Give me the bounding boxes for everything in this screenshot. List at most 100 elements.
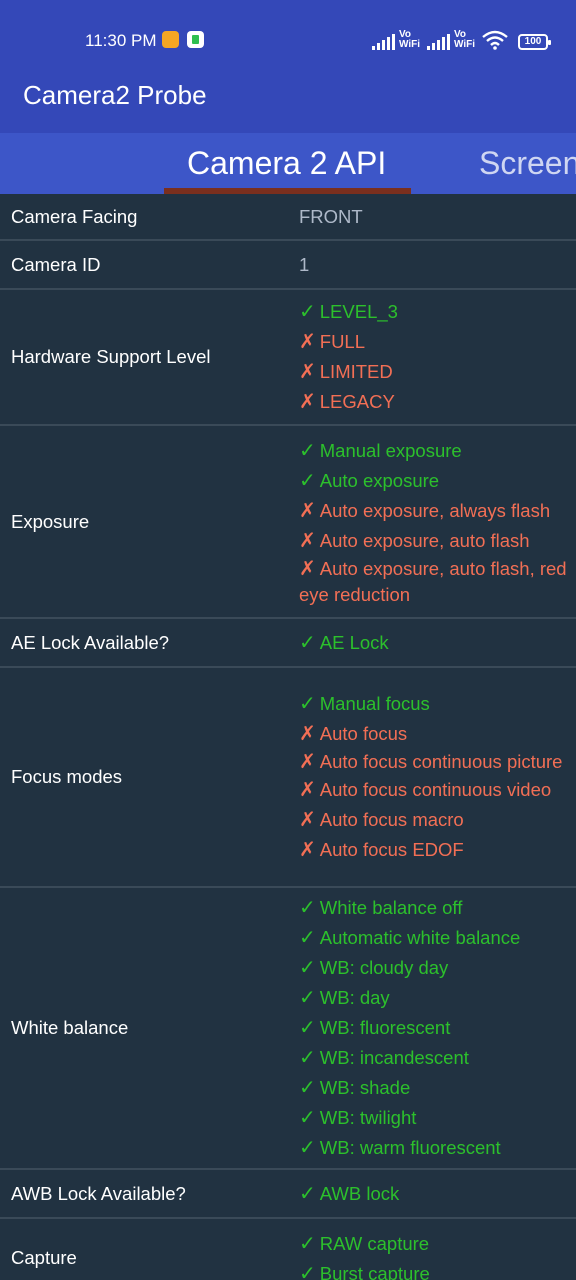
unsupported-feature: ✗ FULL: [299, 327, 576, 357]
feature-list-container: ✓ AE Lock: [299, 628, 576, 658]
table-row-exposure: Exposure ✓ Manual exposure ✓ Auto exposure ✗…: [0, 426, 576, 619]
feature-text: Auto focus EDOF: [319, 839, 464, 860]
unsupported-feature: ✗ Auto focus EDOF: [299, 835, 576, 865]
supported-feature: ✓ Manual focus: [299, 689, 576, 719]
battery-icon: 100: [518, 34, 551, 50]
check-icon: ✓: [299, 301, 316, 323]
feature-text: Manual focus: [319, 693, 430, 714]
feature-text: Auto focus: [319, 723, 408, 744]
table-row-focus-modes: Focus modes ✓ Manual focus ✗ Auto focus ✗ Aut…: [0, 668, 576, 888]
wifi-icon: [482, 30, 508, 50]
feature-text: LEVEL_3: [319, 301, 398, 322]
feature-list-container: ✓ AWB lock: [299, 1179, 576, 1209]
feature-text: WB: twilight: [319, 1107, 417, 1128]
supported-feature: ✓ AE Lock: [299, 628, 576, 658]
cross-icon: ✗: [299, 361, 316, 383]
check-icon: ✓: [299, 957, 316, 979]
signal-icon: [427, 34, 450, 50]
supported-feature: ✓ AWB lock: [299, 1179, 576, 1209]
feature-list-container: ✓ White balance off ✓ Automatic white balan…: [299, 893, 576, 1163]
supported-feature: ✓ LEVEL_3: [299, 297, 576, 327]
cross-icon: ✗: [299, 391, 316, 413]
feature-list: ✓ RAW capture ✓ Burst capture: [299, 1229, 576, 1280]
app-bar: Camera2 Probe: [0, 55, 576, 133]
supported-feature: ✓ Manual exposure: [299, 436, 576, 466]
row-label: Focus modes: [11, 766, 123, 787]
unsupported-feature: ✗ Auto focus continuous video: [299, 775, 576, 805]
feature-text: Auto exposure, auto flash, red eye reduc…: [299, 557, 567, 605]
row-label: AE Lock Available?: [11, 631, 170, 653]
check-icon: ✓: [299, 693, 316, 715]
signal-icon: [372, 34, 395, 50]
unsupported-feature: ✗ Auto exposure, auto flash: [299, 526, 576, 556]
feature-text: FULL: [319, 331, 366, 352]
vowifi-label: Vo WiFi: [454, 29, 476, 50]
row-value: 1: [299, 253, 310, 275]
feature-text: Auto focus continuous video: [319, 779, 552, 800]
unsupported-feature: ✗ Auto exposure, auto flash, red eye redu…: [299, 556, 576, 608]
feature-text: RAW capture: [319, 1233, 430, 1254]
check-icon: ✓: [299, 1233, 316, 1255]
feature-text: Auto exposure, auto flash: [319, 529, 530, 551]
feature-list: ✓ AE Lock: [299, 628, 576, 658]
check-icon: ✓: [299, 897, 316, 919]
feature-text: Auto exposure: [319, 469, 440, 491]
vowifi-label: Vo WiFi: [399, 29, 421, 50]
check-icon: ✓: [299, 1047, 316, 1069]
cross-icon: ✗: [299, 751, 316, 773]
app-title: Camera2 Probe: [23, 80, 207, 110]
unsupported-feature: ✗ Auto focus: [299, 719, 576, 749]
table-row-camera-facing: Camera Facing FRONT: [0, 194, 576, 241]
row-label: Hardware Support Level: [11, 346, 211, 367]
feature-text: AWB lock: [319, 1182, 400, 1204]
feature-text: Auto exposure, always flash: [319, 499, 551, 521]
feature-text: LIMITED: [319, 361, 393, 382]
status-bar: 11:30 PM Vo WiFi Vo WiFi 100: [0, 0, 576, 55]
supported-feature: ✓ Automatic white balance: [299, 923, 576, 953]
supported-feature: ✓ White balance off: [299, 893, 576, 923]
check-icon: ✓: [299, 1107, 316, 1129]
row-label: White balance: [11, 1017, 129, 1038]
properties-table: Camera Facing FRONT Camera ID 1 Hardware…: [0, 194, 576, 1280]
feature-text: WB: fluorescent: [319, 1017, 451, 1038]
cross-icon: ✗: [299, 839, 316, 861]
check-icon: ✓: [299, 439, 316, 462]
row-label: Capture: [11, 1247, 77, 1268]
feature-list-container: ✓ RAW capture ✓ Burst capture: [299, 1219, 576, 1280]
table-row-awb-lock: AWB Lock Available? ✓ AWB lock: [0, 1170, 576, 1219]
supported-feature: ✓ WB: shade: [299, 1073, 576, 1103]
feature-list-container: ✓ LEVEL_3 ✗ FULL ✗ LIMITED ✗ LEGACY: [299, 297, 576, 417]
check-icon: ✓: [299, 1137, 316, 1159]
supported-feature: ✓ WB: fluorescent: [299, 1013, 576, 1043]
feature-text: Burst capture: [319, 1263, 430, 1280]
sim-app-icon: [187, 31, 204, 48]
check-icon: ✓: [299, 1017, 316, 1039]
row-label: Camera Facing: [11, 205, 138, 227]
supported-feature: ✓ Burst capture: [299, 1259, 576, 1280]
unsupported-feature: ✗ Auto focus macro: [299, 805, 576, 835]
unsupported-feature: ✗ LEGACY: [299, 387, 576, 417]
supported-feature: ✓ WB: incandescent: [299, 1043, 576, 1073]
unsupported-feature: ✗ Auto focus continuous picture: [299, 749, 576, 775]
tab-camera2-api[interactable]: Camera 2 API: [187, 145, 386, 182]
feature-text: White balance off: [319, 897, 463, 918]
feature-text: Auto focus continuous picture: [319, 751, 563, 772]
feature-list-container: ✓ Manual exposure ✓ Auto exposure ✗ Auto expo…: [299, 436, 576, 608]
cross-icon: ✗: [299, 557, 316, 580]
cross-icon: ✗: [299, 779, 316, 801]
check-icon: ✓: [299, 987, 316, 1009]
check-icon: ✓: [299, 1077, 316, 1099]
feature-text: Auto focus macro: [319, 809, 464, 830]
table-row-ae-lock: AE Lock Available? ✓ AE Lock: [0, 619, 576, 668]
supported-feature: ✓ WB: cloudy day: [299, 953, 576, 983]
feature-list: ✓ LEVEL_3 ✗ FULL ✗ LIMITED ✗ LEGACY: [299, 297, 576, 417]
cross-icon: ✗: [299, 723, 316, 745]
status-indicators: Vo WiFi Vo WiFi 100: [372, 28, 551, 50]
table-row-hardware-level: Hardware Support Level ✓ LEVEL_3 ✗ FULL ✗ LIM…: [0, 290, 576, 426]
table-row-capture: Capture ✓ RAW capture ✓ Burst capture: [0, 1219, 576, 1280]
tab-screen[interactable]: Screen: [479, 145, 576, 182]
unsupported-feature: ✗ LIMITED: [299, 357, 576, 387]
tab-bar: Camera 2 API Screen: [0, 133, 576, 194]
cross-icon: ✗: [299, 331, 316, 353]
feature-list: ✓ AWB lock: [299, 1179, 576, 1209]
